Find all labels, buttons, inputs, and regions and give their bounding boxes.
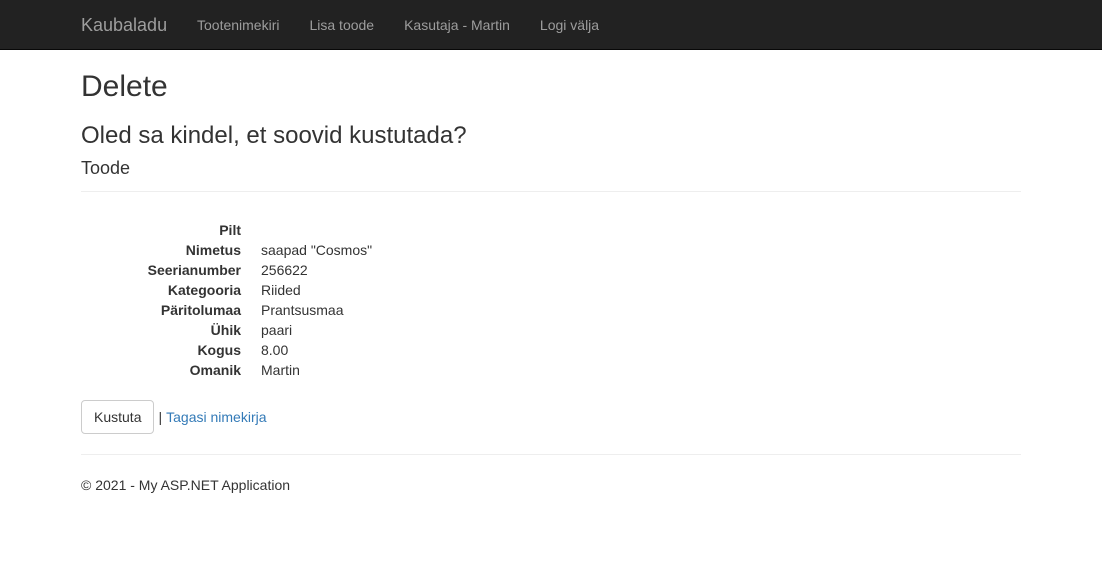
detail-row-name: Nimetus saapad "Cosmos" xyxy=(81,240,1021,260)
nav-link-add-product[interactable]: Lisa toode xyxy=(294,0,389,50)
detail-row-owner: Omanik Martin xyxy=(81,360,1021,380)
detail-value: 8.00 xyxy=(261,342,289,358)
detail-row-category: Kategooria Riided xyxy=(81,280,1021,300)
footer-divider xyxy=(81,454,1021,455)
detail-row-quantity: Kogus 8.00 xyxy=(81,340,1021,360)
detail-value: saapad "Cosmos" xyxy=(261,242,373,258)
nav-link-logout[interactable]: Logi välja xyxy=(525,0,614,50)
detail-value: Riided xyxy=(261,282,301,298)
confirm-question: Oled sa kindel, et soovid kustutada? xyxy=(81,122,467,149)
detail-label: Omanik xyxy=(189,362,241,378)
nav-links: Tootenimekiri Lisa toode Kasutaja - Mart… xyxy=(182,0,614,50)
brand-link[interactable]: Kaubaladu xyxy=(81,15,167,35)
detail-label: Nimetus xyxy=(185,242,241,258)
back-to-list-link[interactable]: Tagasi nimekirja xyxy=(166,409,266,425)
nav-link-user[interactable]: Kasutaja - Martin xyxy=(389,0,525,50)
detail-row-unit: Ühik paari xyxy=(81,320,1021,340)
detail-value: 256622 xyxy=(261,262,308,278)
detail-label: Seerianumber xyxy=(147,262,241,278)
detail-value: Martin xyxy=(261,362,300,378)
detail-row-serial: Seerianumber 256622 xyxy=(81,260,1021,280)
delete-button[interactable]: Kustuta xyxy=(81,400,155,434)
nav-link-product-list[interactable]: Tootenimekiri xyxy=(182,0,294,50)
detail-label: Kategooria xyxy=(167,282,241,298)
form-actions: Kustuta | Tagasi nimekirja xyxy=(81,400,267,434)
top-navbar: Kaubaladu Tootenimekiri Lisa toode Kasut… xyxy=(0,0,1102,50)
details-list: Pilt Nimetus saapad "Cosmos" Seerianumbe… xyxy=(81,220,1021,380)
detail-label: Pilt xyxy=(219,222,241,238)
detail-label: Päritolumaa xyxy=(160,302,241,318)
detail-row-image: Pilt xyxy=(81,220,1021,240)
entity-subtitle: Toode xyxy=(81,158,131,178)
detail-label: Ühik xyxy=(210,322,241,338)
detail-label: Kogus xyxy=(197,342,241,358)
divider xyxy=(81,191,1021,192)
footer-text: © 2021 - My ASP.NET Application xyxy=(81,477,291,493)
detail-value: paari xyxy=(261,322,293,338)
detail-value: Prantsusmaa xyxy=(261,302,344,318)
separator: | xyxy=(158,409,163,425)
detail-row-origin: Päritolumaa Prantsusmaa xyxy=(81,300,1021,320)
page-title: Delete xyxy=(81,70,168,103)
